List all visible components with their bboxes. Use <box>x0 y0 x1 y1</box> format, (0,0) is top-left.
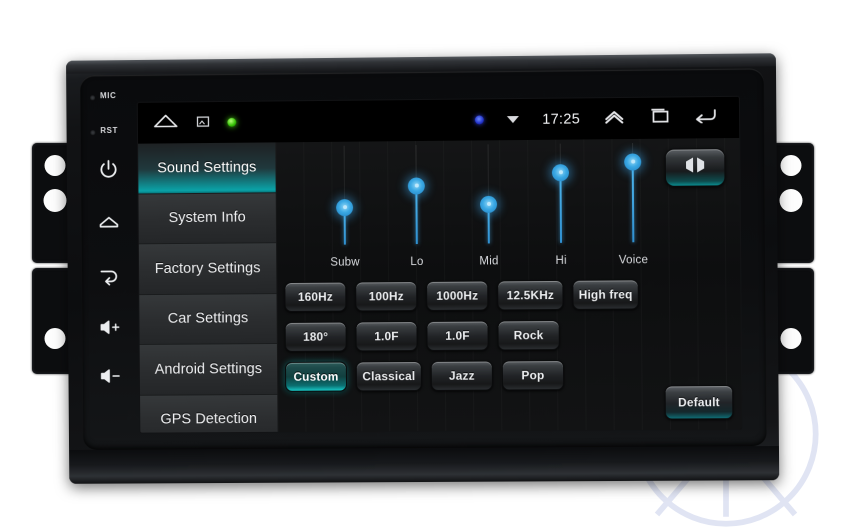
slider-label: Subw <box>330 256 360 269</box>
slider-knob[interactable] <box>336 199 354 217</box>
preset-button-12-5khz[interactable]: 12.5KHz <box>497 279 564 311</box>
hardware-button-strip: MIC RST <box>86 82 143 466</box>
slider-fill <box>415 185 418 245</box>
head-unit-chassis: MIC RST 17:25 Sound Settings System Info… <box>66 53 780 484</box>
slider-label: Mid <box>479 255 499 268</box>
preset-button-label: Jazz <box>448 368 475 383</box>
preset-button-label: Pop <box>521 368 545 383</box>
preset-button-label: Custom <box>293 369 339 384</box>
preset-button-100hz[interactable]: 100Hz <box>355 281 418 312</box>
sidebar-item-android-settings[interactable]: Android Settings <box>139 343 278 396</box>
sidebar-item-label: Sound Settings <box>157 159 257 177</box>
preset-button-jazz[interactable]: Jazz <box>430 360 494 391</box>
preset-button-label: 1000Hz <box>436 288 479 303</box>
slider-label: Hi <box>555 254 567 267</box>
sound-settings-panel: Subw Lo Mid Hi Voice 160Hz 100Hz 1000Hz 12.5KHz… <box>275 137 742 432</box>
status-bar-clock: 17:25 <box>542 110 581 128</box>
mic-label: MIC <box>99 91 117 101</box>
volume-down-icon[interactable] <box>98 364 122 388</box>
eq-slider-voice[interactable]: Voice <box>599 139 666 275</box>
phase-gain-row: 180° 1.0F 1.0F Rock <box>284 319 733 352</box>
preset-button-label: 160Hz <box>297 289 333 304</box>
bracket-hole <box>780 155 802 176</box>
power-icon[interactable] <box>97 158 121 182</box>
sidebar-item-label: Android Settings <box>154 360 263 378</box>
sidebar-item-label: Car Settings <box>167 310 249 328</box>
default-button-wrap: Default <box>664 385 734 420</box>
preset-button-160hz[interactable]: 160Hz <box>284 281 347 313</box>
slider-label: Voice <box>618 254 649 267</box>
slider-knob[interactable] <box>551 164 570 182</box>
preset-button-label: 1.0F <box>374 329 399 344</box>
settings-sidebar: Sound Settings System Info Factory Setti… <box>138 142 278 433</box>
green-status-dot-icon <box>227 117 237 127</box>
recents-icon[interactable] <box>648 108 670 129</box>
bracket-hole <box>44 328 66 349</box>
chevron-up-icon[interactable] <box>603 108 625 129</box>
sidebar-item-factory-settings[interactable]: Factory Settings <box>138 243 277 295</box>
android-status-bar: 17:25 <box>137 96 740 144</box>
preset-button-1-0f[interactable]: 1.0F <box>426 320 489 351</box>
bracket-hole <box>780 328 802 349</box>
volume-up-icon[interactable] <box>98 315 122 339</box>
screen-content: Sound Settings System Info Factory Setti… <box>138 137 742 433</box>
sidebar-item-car-settings[interactable]: Car Settings <box>139 293 277 345</box>
sound-preset-buttons: 160Hz 100Hz 1000Hz 12.5KHz High freq 180° 1.0F… <box>284 279 733 402</box>
home-icon[interactable] <box>97 210 121 234</box>
sidebar-item-sound-settings[interactable]: Sound Settings <box>138 142 276 194</box>
sidebar-item-label: GPS Detection <box>160 411 258 428</box>
preset-button-1000hz[interactable]: 1000Hz <box>426 280 489 311</box>
preset-button-label: High freq <box>578 287 633 302</box>
screenshot-icon[interactable] <box>196 114 210 132</box>
sidebar-item-label: System Info <box>168 209 246 227</box>
default-button-label: Default <box>678 395 720 410</box>
preset-button-label: 100Hz <box>368 289 404 304</box>
bracket-hole <box>779 189 803 212</box>
eq-slider-lo[interactable]: Lo <box>383 141 450 277</box>
back-icon[interactable] <box>97 263 121 287</box>
slider-knob[interactable] <box>624 153 642 172</box>
bracket-hole <box>44 155 66 176</box>
slider-fill <box>631 162 635 243</box>
download-triangle-icon[interactable] <box>507 116 520 124</box>
bracket-hole <box>43 189 67 212</box>
reset-pinhole-icon <box>90 130 96 136</box>
slider-knob[interactable] <box>479 196 498 214</box>
frequency-row: 160Hz 100Hz 1000Hz 12.5KHz High freq <box>284 279 732 313</box>
screenshot-root: MIC RST 17:25 Sound Settings System Info… <box>0 0 849 531</box>
preset-button-high-freq[interactable]: High freq <box>572 279 639 310</box>
preset-button-label: Rock <box>513 328 544 343</box>
eq-slider-hi[interactable]: Hi <box>527 139 594 275</box>
back-arrow-icon[interactable] <box>694 107 717 128</box>
eq-slider-mid[interactable]: Mid <box>455 140 522 276</box>
slider-fill <box>559 172 563 243</box>
mic-pinhole-icon <box>90 95 96 101</box>
equalizer-sliders: Subw Lo Mid Hi Voice <box>275 138 740 277</box>
preset-button-rock[interactable]: Rock <box>497 320 560 351</box>
preset-button-custom[interactable]: Custom <box>284 361 348 392</box>
eq-slider-subw[interactable]: Subw <box>311 141 378 276</box>
slider-label: Lo <box>410 255 424 269</box>
sidebar-item-label: Factory Settings <box>154 260 261 277</box>
home-outline-icon[interactable] <box>153 112 179 134</box>
preset-button-label: 1.0F <box>445 328 470 343</box>
preset-button-1-0f[interactable]: 1.0F <box>355 321 418 352</box>
default-button[interactable]: Default <box>664 385 734 420</box>
reset-label: RST <box>100 125 118 136</box>
slider-knob[interactable] <box>407 177 425 195</box>
preset-button-label: 12.5KHz <box>506 287 555 303</box>
bluetooth-dot-icon[interactable] <box>475 115 485 125</box>
preset-button-pop[interactable]: Pop <box>501 360 565 391</box>
sidebar-item-gps-detection[interactable]: GPS Detection <box>140 394 278 433</box>
preset-button-label: 180° <box>303 329 329 344</box>
preset-button-classical[interactable]: Classical <box>355 360 422 392</box>
preset-button-label: Classical <box>362 369 416 384</box>
lcd-screen: 17:25 Sound Settings System Info Factory… <box>137 96 742 433</box>
sidebar-item-system-info[interactable]: System Info <box>138 192 277 245</box>
preset-button-180[interactable]: 180° <box>284 321 347 352</box>
